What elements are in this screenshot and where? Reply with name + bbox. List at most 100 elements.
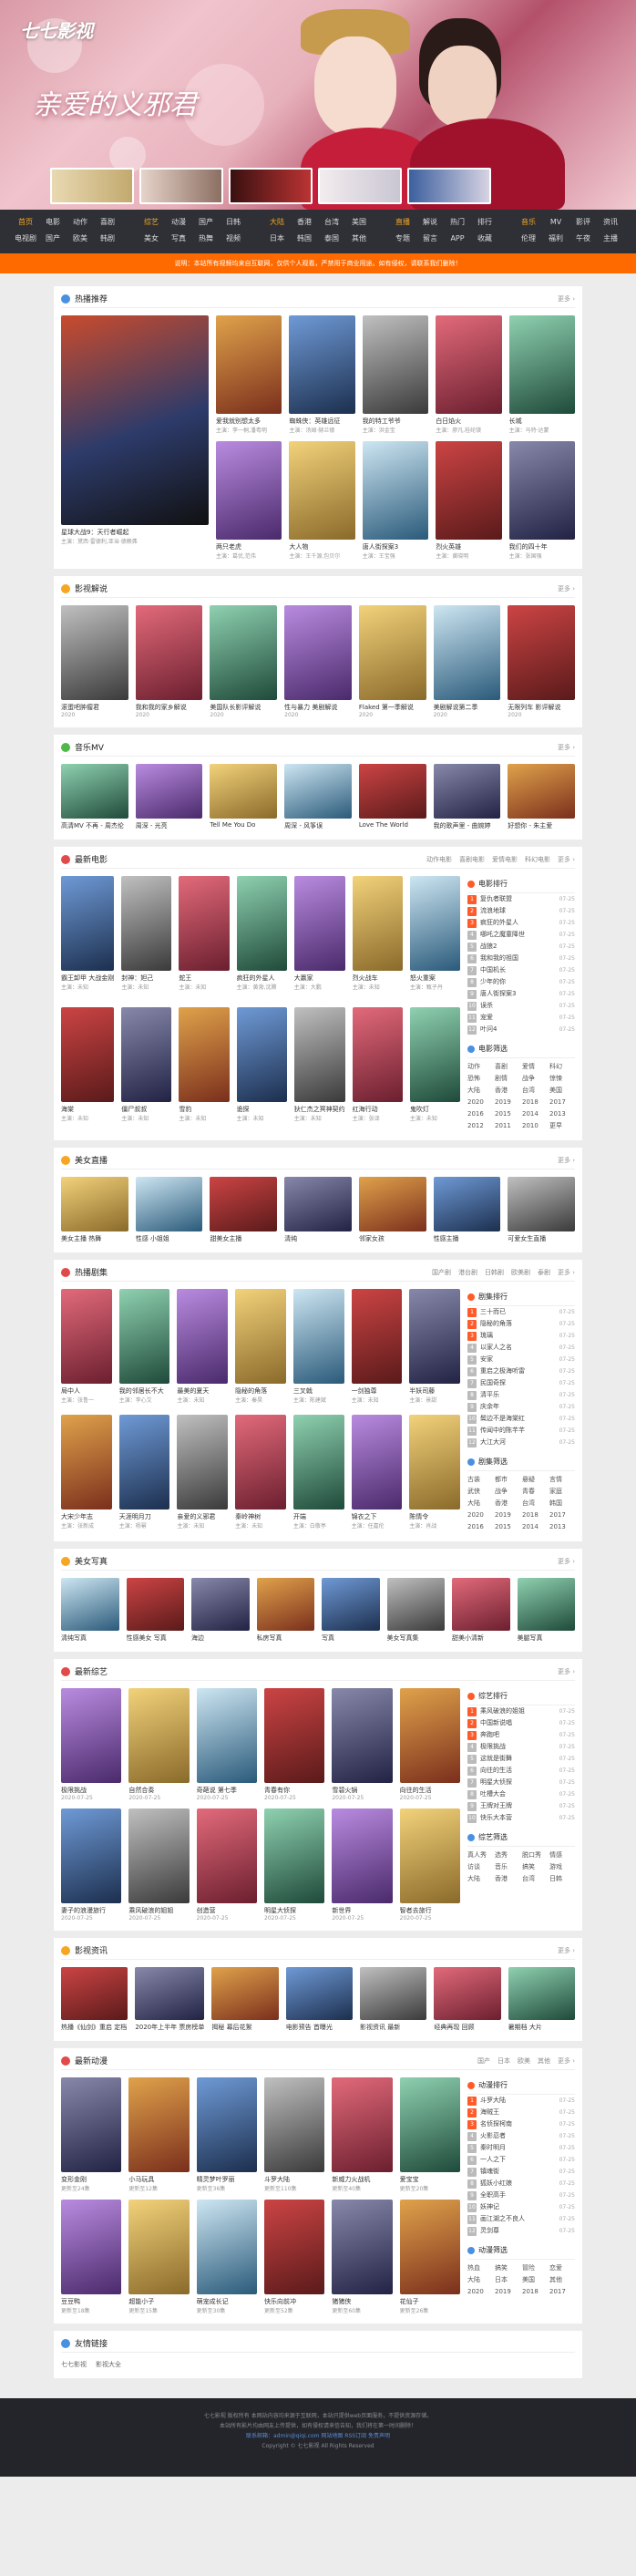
poster-image[interactable] <box>210 605 278 700</box>
card-title[interactable]: 局中人 <box>61 1386 112 1396</box>
rank-name[interactable]: 名侦探柯南 <box>480 2118 559 2130</box>
more-link[interactable]: 更多 › <box>558 294 575 304</box>
poster-image[interactable] <box>61 876 115 971</box>
more-link[interactable]: 更多 › <box>558 2056 575 2066</box>
section-tab[interactable]: 爱情电影 <box>492 855 518 864</box>
card-title[interactable]: 蜘蛛侠：英雄远征 <box>289 417 354 426</box>
nav-item[interactable]: 欧美 <box>67 232 93 246</box>
media-card[interactable]: 两只老虎 主演：葛优,范伟 <box>216 441 282 560</box>
nav-item[interactable]: 首页 <box>13 215 38 230</box>
card-title[interactable]: 星球大战9：天行者崛起 <box>61 528 209 537</box>
filter-tag[interactable]: 脱口秀 <box>522 1850 548 1860</box>
rank-item[interactable]: 7 民国奇探 07-25 <box>467 1377 575 1389</box>
media-card[interactable]: 陈情令 主演：肖战 <box>409 1414 460 1533</box>
nav-item[interactable]: 喜剧 <box>95 215 120 230</box>
card-title[interactable]: 烈火英雄 <box>436 542 501 551</box>
filter-tag[interactable]: 其他 <box>549 2275 575 2285</box>
poster-image[interactable] <box>358 1177 426 1231</box>
rank-item[interactable]: 12 大江大河 07-25 <box>467 1437 575 1448</box>
filter-tag[interactable]: 大陆 <box>467 1499 493 1509</box>
poster-image[interactable] <box>128 2077 190 2172</box>
media-card[interactable]: 局中人 主演：张鲁一 <box>61 1289 112 1407</box>
media-card[interactable]: 明星大侦探 2020-07-25 <box>264 1808 325 1922</box>
rank-name[interactable]: 奔跑吧 <box>480 1729 559 1741</box>
rank-item[interactable]: 11 画江湖之不良人 07-25 <box>467 2213 575 2225</box>
poster-image[interactable] <box>61 2200 122 2294</box>
media-card[interactable]: 海边 <box>191 1578 250 1643</box>
poster-image[interactable] <box>436 441 502 540</box>
rank-name[interactable]: 灵剑尊 <box>480 2225 559 2237</box>
media-card[interactable]: 新世界 2020-07-25 <box>332 1808 393 1922</box>
card-title[interactable]: 经典再现 回顾 <box>434 2023 500 2032</box>
card-title[interactable]: 私房写真 <box>257 1633 315 1643</box>
media-card[interactable]: 锦衣之下 主演：任嘉伦 <box>351 1414 403 1533</box>
poster-image[interactable] <box>196 1808 257 1903</box>
rank-name[interactable]: 极限挑战 <box>480 1741 559 1753</box>
nav-item[interactable]: 资讯 <box>598 215 623 230</box>
media-card[interactable]: 性感主播 <box>433 1177 501 1243</box>
feature-poster[interactable] <box>61 315 209 525</box>
poster-image[interactable] <box>118 1289 170 1384</box>
card-title[interactable]: 花仙子 <box>400 2297 460 2306</box>
media-card[interactable]: Flaked 第一季解说 2020 <box>358 605 426 718</box>
media-card[interactable]: 长城 主演：马特·达蒙 <box>508 315 575 434</box>
site-logo[interactable]: 七七影视 <box>20 16 93 43</box>
nav-item[interactable]: 韩国 <box>292 232 317 246</box>
card-title[interactable]: 蛇王 <box>179 974 229 983</box>
poster-image[interactable] <box>508 764 575 819</box>
filter-tag[interactable]: 台湾 <box>522 1086 548 1096</box>
banner-thumb[interactable] <box>229 168 313 204</box>
filter-tag[interactable]: 2013 <box>549 1109 575 1119</box>
media-card[interactable]: 奇葩说 第七季 2020-07-25 <box>196 1688 257 1801</box>
media-card[interactable]: 疯狂的外星人 主演：黄渤,沈腾 <box>236 876 287 1000</box>
filter-tag[interactable]: 选秀 <box>495 1850 520 1860</box>
poster-image[interactable] <box>264 1688 325 1783</box>
rank-item[interactable]: 8 清平乐 07-25 <box>467 1389 575 1401</box>
filter-tag[interactable]: 2018 <box>522 2287 548 2297</box>
card-title[interactable]: 智者去旅行 <box>400 1906 460 1915</box>
poster-image[interactable] <box>121 876 172 971</box>
media-card[interactable]: 可爱女生直播 <box>508 1177 575 1243</box>
poster-image[interactable] <box>293 876 345 971</box>
card-title[interactable]: 猪猪侠 <box>332 2297 392 2306</box>
rank-name[interactable]: 狐妖小红娘 <box>480 2178 559 2190</box>
media-card[interactable]: 好想你 - 朱主爱 <box>508 764 575 830</box>
media-card[interactable]: Love The World <box>358 764 426 830</box>
card-title[interactable]: 高清MV 不再 - 周杰伦 <box>61 821 128 830</box>
filter-tag[interactable]: 冒险 <box>522 2263 548 2273</box>
poster-image[interactable] <box>126 1578 184 1631</box>
media-card[interactable]: 大宋少年志 主演：张新成 <box>61 1414 112 1533</box>
card-title[interactable]: 大宋少年志 <box>61 1512 112 1521</box>
rank-item[interactable]: 9 唐人街探案3 07-25 <box>467 988 575 1000</box>
poster-image[interactable] <box>517 1578 575 1631</box>
media-card[interactable]: 霸王卸甲 大战金刚 主演：未知 <box>61 876 115 1000</box>
rank-name[interactable]: 隐秘的角落 <box>480 1318 559 1330</box>
nav-item[interactable]: 国产 <box>40 232 66 246</box>
rank-name[interactable]: 战狼2 <box>480 941 559 953</box>
poster-image[interactable] <box>433 605 501 700</box>
card-title[interactable]: 唐人街探案3 <box>363 542 428 551</box>
rank-name[interactable]: 斗罗大陆 <box>480 2095 559 2107</box>
media-card[interactable]: 邻家女孩 <box>358 1177 426 1243</box>
media-card[interactable]: 鬼吹灯 主演：未知 <box>409 1007 460 1131</box>
rank-item[interactable]: 3 疯狂的外星人 07-25 <box>467 917 575 929</box>
media-card[interactable]: 周深 - 光亮 <box>135 764 203 830</box>
rank-item[interactable]: 2 海贼王 07-25 <box>467 2107 575 2118</box>
card-title[interactable]: 可爱女生直播 <box>508 1234 575 1243</box>
rank-item[interactable]: 8 少年的你 07-25 <box>467 976 575 988</box>
poster-image[interactable] <box>135 764 203 819</box>
rank-item[interactable]: 8 狐妖小红娘 07-25 <box>467 2178 575 2190</box>
card-title[interactable]: 性感美女 写真 <box>127 1633 185 1643</box>
poster-image[interactable] <box>61 1808 122 1903</box>
poster-image[interactable] <box>216 315 282 414</box>
poster-image[interactable] <box>433 1177 501 1231</box>
rank-name[interactable]: 流浪地球 <box>480 905 559 917</box>
media-card[interactable]: 甜美女主播 <box>210 1177 278 1243</box>
filter-tag[interactable]: 更早 <box>549 1121 575 1131</box>
nav-item[interactable]: 电视剧 <box>13 232 38 246</box>
media-card[interactable]: 精灵梦叶罗丽 更新至36集 <box>196 2077 257 2192</box>
media-card[interactable]: 我的特工爷爷 主演：洪金宝 <box>362 315 429 434</box>
rank-item[interactable]: 3 琉璃 07-25 <box>467 1330 575 1342</box>
card-title[interactable]: 周深 - 光亮 <box>136 821 203 830</box>
rank-name[interactable]: 三十而已 <box>480 1306 559 1318</box>
